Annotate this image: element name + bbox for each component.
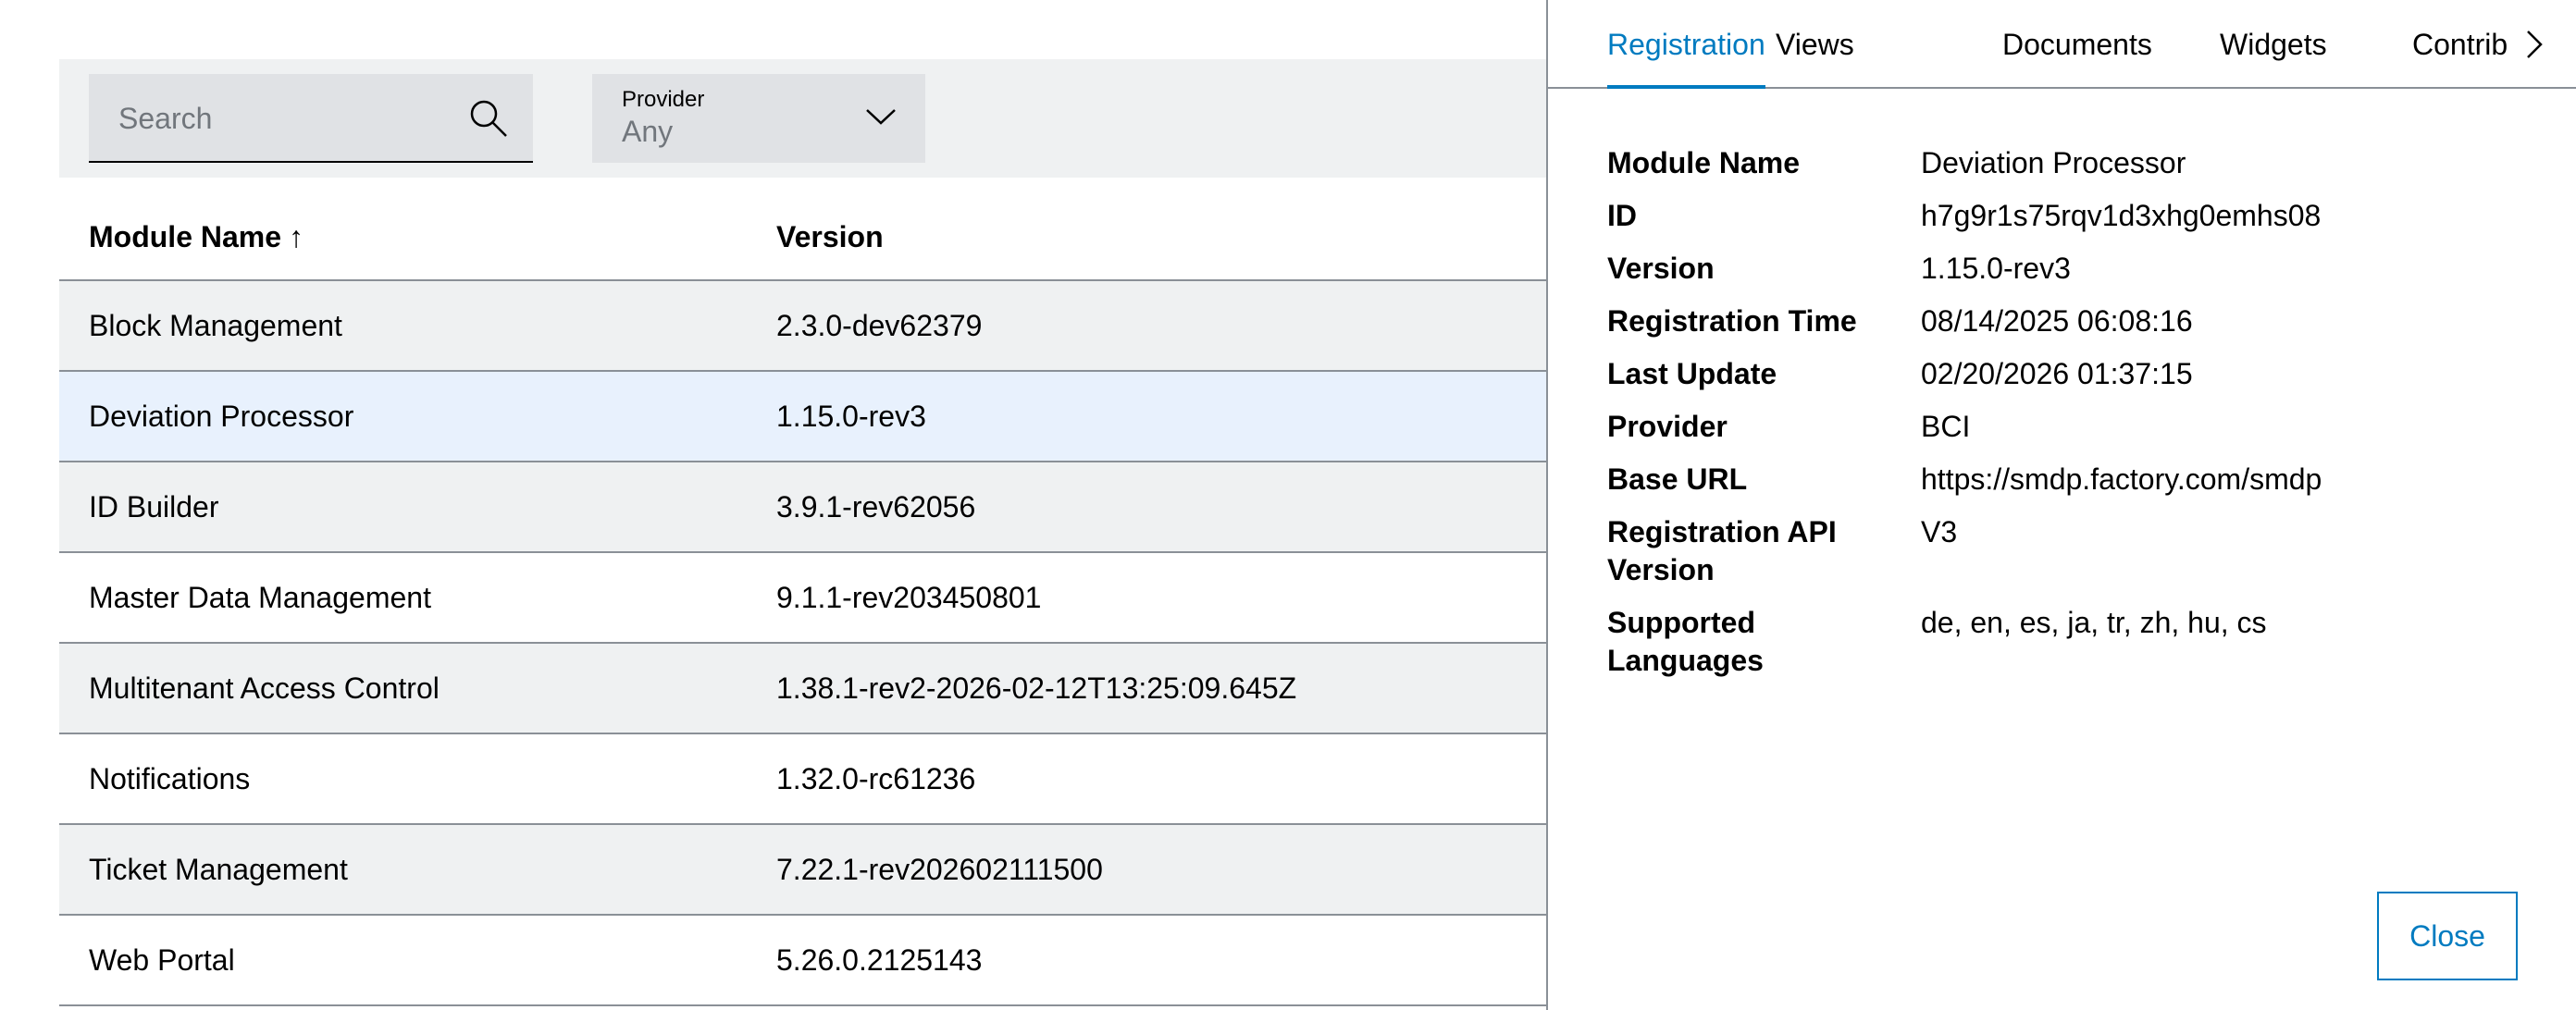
property-key: Registration API Version <box>1607 515 1837 586</box>
tab-strip: Registration Views Documents Widgets Contrib <box>1548 0 2510 89</box>
module-name-cell: Deviation Processor <box>89 400 354 433</box>
property-key: Supported Languages <box>1607 606 1764 677</box>
version-cell: 2.3.0-dev62379 <box>776 309 983 342</box>
module-name-cell: Ticket Management <box>89 853 348 886</box>
details-panel: Registration Views Documents Widgets Contrib… <box>1548 0 2576 1010</box>
table-row[interactable]: Web Portal 5.26.0.2125143 <box>59 916 1546 1006</box>
version-cell: 1.32.0-rc61236 <box>776 762 976 795</box>
column-header-version[interactable]: Version <box>776 192 884 281</box>
table-body: Block Management 2.3.0-dev62379 Deviation … <box>59 281 1546 1006</box>
table-row[interactable]: ID Builder 3.9.1-rev62056 <box>59 462 1546 553</box>
property-key: ID <box>1607 199 1637 232</box>
tab-widgets[interactable]: Widgets <box>2220 0 2327 89</box>
search-icon[interactable] <box>468 98 509 139</box>
property-key: Last Update <box>1607 357 1777 390</box>
version-cell: 5.26.0.2125143 <box>776 943 983 977</box>
provider-dropdown-value: Any <box>622 115 674 148</box>
property-value: Deviation Processor <box>1921 146 2186 179</box>
property-value: 1.15.0-rev3 <box>1921 252 2071 285</box>
property-value: V3 <box>1921 515 1958 548</box>
table-row[interactable]: Master Data Management 9.1.1-rev203450801 <box>59 553 1546 644</box>
registration-properties: Module Name Deviation Processor ID h7g9r1s7… <box>1607 144 2533 695</box>
property-row: Provider BCI <box>1607 408 2533 446</box>
table-row[interactable]: Deviation Processor 1.15.0-rev3 <box>59 372 1546 462</box>
tab-registration[interactable]: Registration <box>1607 0 1765 89</box>
module-name-cell: ID Builder <box>89 490 219 523</box>
module-name-cell: Block Management <box>89 309 342 342</box>
property-row: ID h7g9r1s75rqv1d3xhg0emhs08 <box>1607 197 2533 235</box>
search-placeholder: Search <box>118 102 213 135</box>
version-cell: 1.38.1-rev2-2026-02-12T13:25:09.645Z <box>776 671 1297 705</box>
module-name-cell: Master Data Management <box>89 581 431 614</box>
table-row[interactable]: Block Management 2.3.0-dev62379 <box>59 281 1546 372</box>
property-key: Registration Time <box>1607 304 1857 338</box>
property-key: Version <box>1607 252 1715 285</box>
arrow-up-icon: ↑ <box>289 220 304 253</box>
property-value: de, en, es, ja, tr, zh, hu, cs <box>1921 606 2267 639</box>
property-row: Base URL https://smdp.factory.com/smdp <box>1607 461 2533 499</box>
version-cell: 7.22.1-rev202602111500 <box>776 853 1103 886</box>
property-row: Version 1.15.0-rev3 <box>1607 250 2533 288</box>
table-row[interactable]: Multitenant Access Control 1.38.1-rev2-20… <box>59 644 1546 734</box>
module-list-pane: Search Provider Any Module Name ↑ Version… <box>0 0 1546 1010</box>
property-value: h7g9r1s75rqv1d3xhg0emhs08 <box>1921 199 2322 232</box>
property-row: Registration Time 08/14/2025 06:08:16 <box>1607 302 2533 340</box>
tab-documents[interactable]: Documents <box>2002 0 2152 89</box>
column-header-module-name[interactable]: Module Name ↑ <box>89 192 303 281</box>
details-tabs: Registration Views Documents Widgets Contrib <box>1548 0 2576 89</box>
property-key: Provider <box>1607 410 1728 443</box>
filter-toolbar: Search Provider Any <box>59 59 1546 178</box>
table-row[interactable]: Notifications 1.32.0-rc61236 <box>59 734 1546 825</box>
version-cell: 3.9.1-rev62056 <box>776 490 976 523</box>
module-registry-page: Search Provider Any Module Name ↑ Version… <box>0 0 2576 1010</box>
tab-views[interactable]: Views <box>1776 0 1854 89</box>
tab-contrib[interactable]: Contrib <box>2412 0 2508 89</box>
version-cell: 1.15.0-rev3 <box>776 400 926 433</box>
modules-table: Module Name ↑ Version Block Management 2.3… <box>59 192 1546 1006</box>
chevron-right-icon[interactable] <box>2521 28 2547 61</box>
provider-dropdown[interactable]: Provider Any <box>592 74 925 163</box>
table-header: Module Name ↑ Version <box>59 192 1546 281</box>
table-row[interactable]: Ticket Management 7.22.1-rev202602111500 <box>59 825 1546 916</box>
property-row: Last Update 02/20/2026 01:37:15 <box>1607 355 2533 393</box>
property-value: 08/14/2025 06:08:16 <box>1921 304 2193 338</box>
property-value: https://smdp.factory.com/smdp <box>1921 462 2322 496</box>
property-row: Supported Languages de, en, es, ja, tr, z… <box>1607 604 2533 680</box>
property-row: Registration API Version V3 <box>1607 513 2533 589</box>
provider-dropdown-label: Provider <box>622 87 705 112</box>
module-name-cell: Notifications <box>89 762 251 795</box>
property-key: Base URL <box>1607 462 1748 496</box>
property-value: BCI <box>1921 410 1971 443</box>
search-input[interactable]: Search <box>89 74 533 163</box>
module-name-cell: Web Portal <box>89 943 235 977</box>
property-value: 02/20/2026 01:37:15 <box>1921 357 2193 390</box>
property-key: Module Name <box>1607 146 1801 179</box>
property-row: Module Name Deviation Processor <box>1607 144 2533 182</box>
chevron-down-icon <box>866 109 896 125</box>
module-name-cell: Multitenant Access Control <box>89 671 440 705</box>
close-button[interactable]: Close <box>2377 892 2518 980</box>
version-cell: 9.1.1-rev203450801 <box>776 581 1042 614</box>
